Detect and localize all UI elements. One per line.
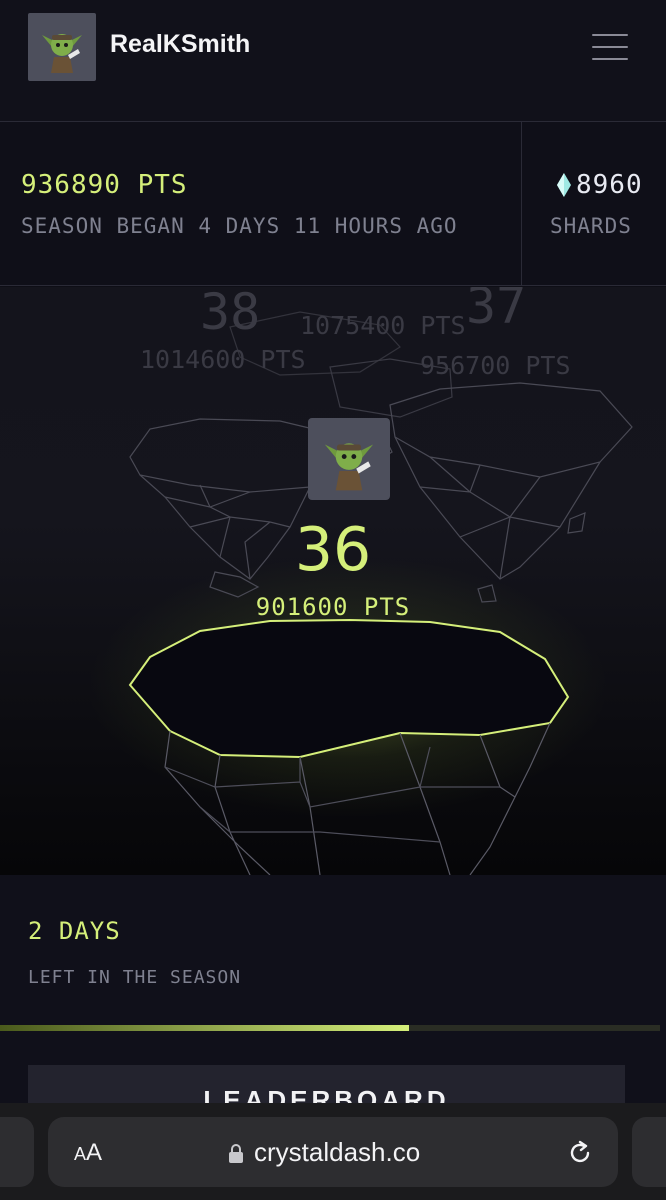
reload-icon[interactable] bbox=[566, 1139, 594, 1167]
stats-divider bbox=[521, 122, 522, 286]
season-progress-fill bbox=[0, 1025, 410, 1031]
crystal-icon bbox=[557, 173, 571, 197]
season-progress-bar bbox=[0, 1025, 660, 1031]
reader-settings-button[interactable]: AA bbox=[74, 1139, 102, 1167]
player-points: 901600 PTS bbox=[255, 593, 411, 621]
username: RealKSmith bbox=[110, 30, 251, 58]
address-bar[interactable]: AA crystaldash.co bbox=[48, 1117, 618, 1187]
left-in-season-label: LEFT IN THE SEASON bbox=[28, 967, 242, 988]
url-text: crystaldash.co bbox=[254, 1137, 421, 1167]
aa-big: A bbox=[86, 1139, 103, 1166]
other-points-left: 1014600 PTS bbox=[140, 345, 306, 374]
lock-icon bbox=[229, 1144, 243, 1163]
other-rank-right: 37 bbox=[466, 287, 527, 335]
browser-toolbar: AA crystaldash.co bbox=[0, 1103, 666, 1200]
days-left: 2 DAYS bbox=[28, 917, 121, 945]
shards-label: SHARDS bbox=[550, 214, 632, 238]
player-avatar-icon[interactable] bbox=[308, 418, 390, 500]
shards-number: 8960 bbox=[576, 170, 643, 200]
rank-scene: 38 37 1075400 PTS 1014600 PTS 956700 PTS… bbox=[0, 287, 666, 875]
top-header: RealKSmith bbox=[0, 0, 666, 122]
season-began-text: SEASON BEGAN 4 DAYS 11 HOURS AGO bbox=[21, 214, 458, 238]
goblin-avatar-icon[interactable] bbox=[28, 13, 96, 81]
hamburger-menu-icon[interactable] bbox=[590, 32, 630, 62]
shards-value: 8960 bbox=[556, 170, 643, 200]
points-total: 936890 PTS bbox=[21, 170, 188, 200]
other-points-right: 956700 PTS bbox=[420, 351, 571, 380]
stats-panel: 936890 PTS SEASON BEGAN 4 DAYS 11 HOURS … bbox=[0, 122, 666, 286]
player-rank: 36 bbox=[294, 515, 372, 585]
other-rank-left: 38 bbox=[200, 287, 261, 341]
next-tab[interactable] bbox=[632, 1117, 666, 1187]
previous-tab[interactable] bbox=[0, 1117, 34, 1187]
season-remaining-panel: 2 DAYS LEFT IN THE SEASON LEADERBOARD bbox=[0, 875, 666, 1125]
other-points-center: 1075400 PTS bbox=[300, 311, 466, 340]
aa-small: A bbox=[74, 1144, 87, 1164]
